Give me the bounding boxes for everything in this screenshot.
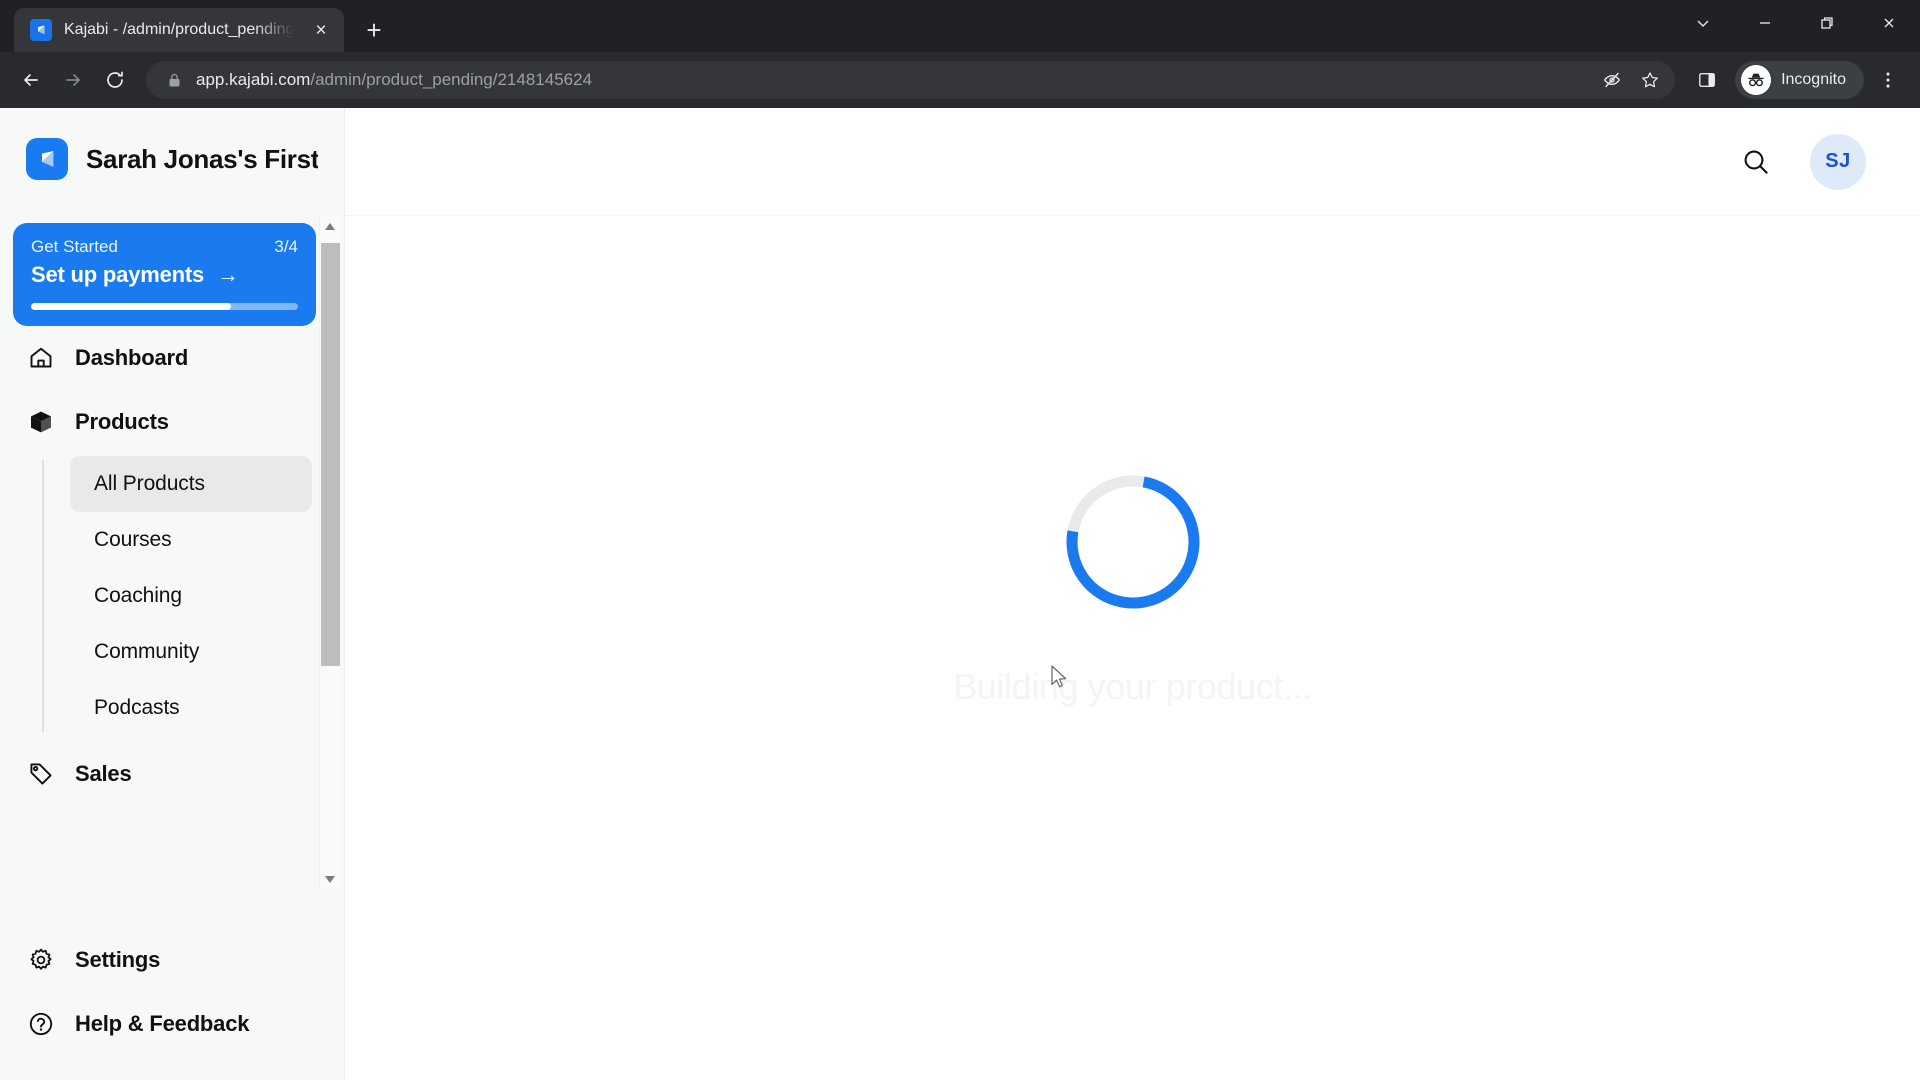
get-started-count: 3/4 [274, 237, 298, 256]
sidebar-item-help-feedback[interactable]: Help & Feedback [0, 992, 344, 1056]
sidebar-item-label: Dashboard [75, 345, 189, 370]
sidebar-item-dashboard[interactable]: Dashboard [0, 326, 344, 390]
kajabi-logo-icon [26, 138, 68, 180]
main-content: SJ Building your product... [345, 108, 1920, 1080]
reload-button[interactable] [96, 61, 134, 99]
sidebar-item-community[interactable]: Community [70, 624, 312, 680]
loading-spinner [1059, 468, 1207, 616]
sidebar-item-products[interactable]: Products [0, 390, 344, 454]
sidebar: Sarah Jonas's First Get Started 3/4 Set … [0, 108, 345, 1080]
sidebar-item-label: Help & Feedback [75, 1011, 250, 1036]
kajabi-logo-icon [30, 19, 52, 41]
page-title: Sarah Jonas's First [86, 143, 318, 174]
browser-tab[interactable]: Kajabi - /admin/product_pending × [14, 8, 344, 52]
sidebar-item-label: Products [75, 409, 169, 434]
sidebar-nav: Get Started 3/4 Set up payments → Dashbo… [0, 210, 344, 928]
sidebar-bottom: Settings Help & Feedback [0, 928, 344, 1080]
star-icon[interactable] [1633, 63, 1667, 97]
get-started-title-row: Set up payments → [31, 262, 298, 288]
browser-toolbar: app.kajabi.com/admin/product_pending/214… [0, 52, 1920, 108]
get-started-card[interactable]: Get Started 3/4 Set up payments → [13, 223, 316, 326]
sidebar-item-coaching[interactable]: Coaching [70, 568, 312, 624]
page-body: Sarah Jonas's First Get Started 3/4 Set … [0, 108, 1920, 1080]
eye-off-icon[interactable] [1595, 63, 1629, 97]
close-icon[interactable]: × [308, 17, 334, 43]
url-domain: app.kajabi.com [196, 70, 311, 89]
gear-icon [27, 946, 55, 974]
loading-text: Building your product... [953, 666, 1312, 707]
sidebar-item-all-products[interactable]: All Products [70, 456, 312, 512]
home-icon [27, 344, 55, 372]
sidebar-item-podcasts[interactable]: Podcasts [70, 680, 312, 736]
search-icon[interactable] [1736, 142, 1776, 182]
brand-header[interactable]: Sarah Jonas's First [0, 108, 344, 210]
get-started-title: Set up payments [31, 262, 205, 287]
products-subnav: All Products Courses Coaching Community … [0, 456, 344, 736]
scroll-up-arrow-icon[interactable] [320, 216, 341, 237]
window-controls [1672, 0, 1920, 46]
mouse-cursor [1050, 665, 1071, 696]
help-circle-icon [27, 1010, 55, 1038]
tag-icon [27, 760, 55, 788]
avatar[interactable]: SJ [1810, 133, 1866, 190]
maximize-icon[interactable] [1796, 0, 1858, 46]
arrow-right-icon: → [217, 262, 239, 287]
top-bar: SJ [345, 108, 1920, 216]
scrollbar-track[interactable] [320, 237, 341, 869]
tab-title: Kajabi - /admin/product_pending [64, 21, 295, 38]
box-icon [27, 408, 55, 436]
sidebar-item-label: Sales [75, 761, 132, 786]
url-text: app.kajabi.com/admin/product_pending/214… [196, 70, 592, 90]
incognito-label: Incognito [1781, 71, 1846, 88]
get-started-label: Get Started [31, 237, 118, 256]
scroll-down-arrow-icon[interactable] [320, 869, 341, 890]
three-dot-menu-icon[interactable] [1868, 60, 1908, 100]
sidebar-item-label: Settings [75, 947, 161, 972]
incognito-indicator[interactable]: Incognito [1735, 61, 1864, 99]
chevron-down-icon[interactable] [1672, 0, 1734, 46]
new-tab-button[interactable]: + [354, 10, 394, 50]
progress-fill [31, 303, 232, 310]
browser-window: Kajabi - /admin/product_pending × + app.… [0, 0, 1920, 1080]
sidebar-scrollbar[interactable] [319, 216, 340, 890]
incognito-icon [1741, 65, 1772, 95]
sidebar-item-sales[interactable]: Sales [0, 742, 344, 806]
loading-area: Building your product... [345, 216, 1920, 1080]
scrollbar-thumb[interactable] [320, 243, 340, 667]
get-started-header: Get Started 3/4 [31, 237, 298, 257]
tab-strip: Kajabi - /admin/product_pending × + [0, 0, 1920, 52]
progress-track [31, 303, 298, 310]
address-bar[interactable]: app.kajabi.com/admin/product_pending/214… [146, 61, 1676, 99]
back-button[interactable] [12, 61, 50, 99]
sidebar-item-courses[interactable]: Courses [70, 512, 312, 568]
url-path: /admin/product_pending/2148145624 [310, 70, 593, 89]
omnibox-actions [1595, 63, 1667, 97]
minimize-icon[interactable] [1734, 0, 1796, 46]
side-panel-icon[interactable] [1687, 60, 1727, 100]
sidebar-item-settings[interactable]: Settings [0, 928, 344, 992]
close-icon[interactable] [1858, 0, 1920, 46]
lock-icon [164, 73, 184, 88]
forward-button[interactable] [54, 61, 92, 99]
